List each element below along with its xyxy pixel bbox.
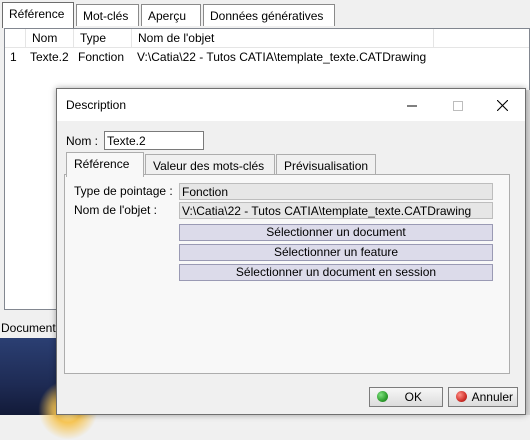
ok-button[interactable]: OK <box>369 387 443 407</box>
reference-panel: Type de pointage : Fonction Nom de l'obj… <box>64 174 510 374</box>
pointing-type-value: Fonction <box>179 183 493 200</box>
status-strip: Document <box>0 318 61 338</box>
close-icon[interactable] <box>479 89 525 121</box>
tab-generative-data[interactable]: Données génératives <box>203 4 335 26</box>
list-row[interactable]: 1 Texte.2 Fonction V:\Catia\22 - Tutos C… <box>5 48 529 66</box>
col-head-index <box>5 29 26 47</box>
window-edge <box>526 90 530 415</box>
select-feature-button[interactable]: Sélectionner un feature <box>179 244 493 261</box>
object-name-value: V:\Catia\22 - Tutos CATIA\template_texte… <box>179 202 493 219</box>
tab-label: Mot-clés <box>83 9 129 23</box>
dialog-titlebar[interactable]: Description <box>57 89 525 121</box>
tab-preview[interactable]: Prévisualisation <box>276 154 376 176</box>
description-dialog: Description Nom : Référence Valeur des m… <box>56 88 526 415</box>
minimize-icon[interactable] <box>389 89 435 121</box>
tab-label: Référence <box>74 157 130 171</box>
object-name-label: Nom de l'objet : <box>74 203 157 217</box>
tab-keyword-values[interactable]: Valeur des mots-clés <box>145 154 275 176</box>
cancel-icon <box>456 391 467 402</box>
tab-label: Valeur des mots-clés <box>153 159 265 173</box>
cancel-label: Annuler <box>471 390 513 404</box>
ok-label: OK <box>404 390 422 404</box>
name-label: Nom : <box>66 134 99 148</box>
ok-icon <box>377 391 388 402</box>
row-object: V:\Catia\22 - Tutos CATIA\template_texte… <box>137 50 427 64</box>
row-index: 1 <box>10 50 17 64</box>
select-session-document-button[interactable]: Sélectionner un document en session <box>179 264 493 281</box>
dialog-title: Description <box>66 98 127 112</box>
pointing-type-label: Type de pointage : <box>74 184 173 198</box>
tab-label: Aperçu <box>148 9 187 23</box>
tab-label: Référence <box>9 7 65 21</box>
row-type: Fonction <box>78 50 125 64</box>
top-tab-strip: Référence Mot-clés Aperçu Données généra… <box>0 0 530 28</box>
tab-preview[interactable]: Aperçu <box>141 4 201 26</box>
name-input[interactable] <box>104 131 204 150</box>
tab-reference[interactable]: Référence <box>2 2 74 28</box>
col-head-name[interactable]: Nom <box>26 29 74 47</box>
select-document-button[interactable]: Sélectionner un document <box>179 224 493 241</box>
tab-keywords[interactable]: Mot-clés <box>76 4 139 26</box>
col-head-object-name[interactable]: Nom de l'objet <box>132 29 434 47</box>
row-name: Texte.2 <box>30 50 69 64</box>
col-head-type[interactable]: Type <box>74 29 132 47</box>
tab-label: Données génératives <box>210 9 324 23</box>
cancel-button[interactable]: Annuler <box>448 387 518 407</box>
tab-label: Prévisualisation <box>284 159 369 173</box>
tab-reference[interactable]: Référence <box>66 152 144 177</box>
list-header: Nom Type Nom de l'objet <box>5 29 529 48</box>
maximize-icon <box>435 89 481 121</box>
